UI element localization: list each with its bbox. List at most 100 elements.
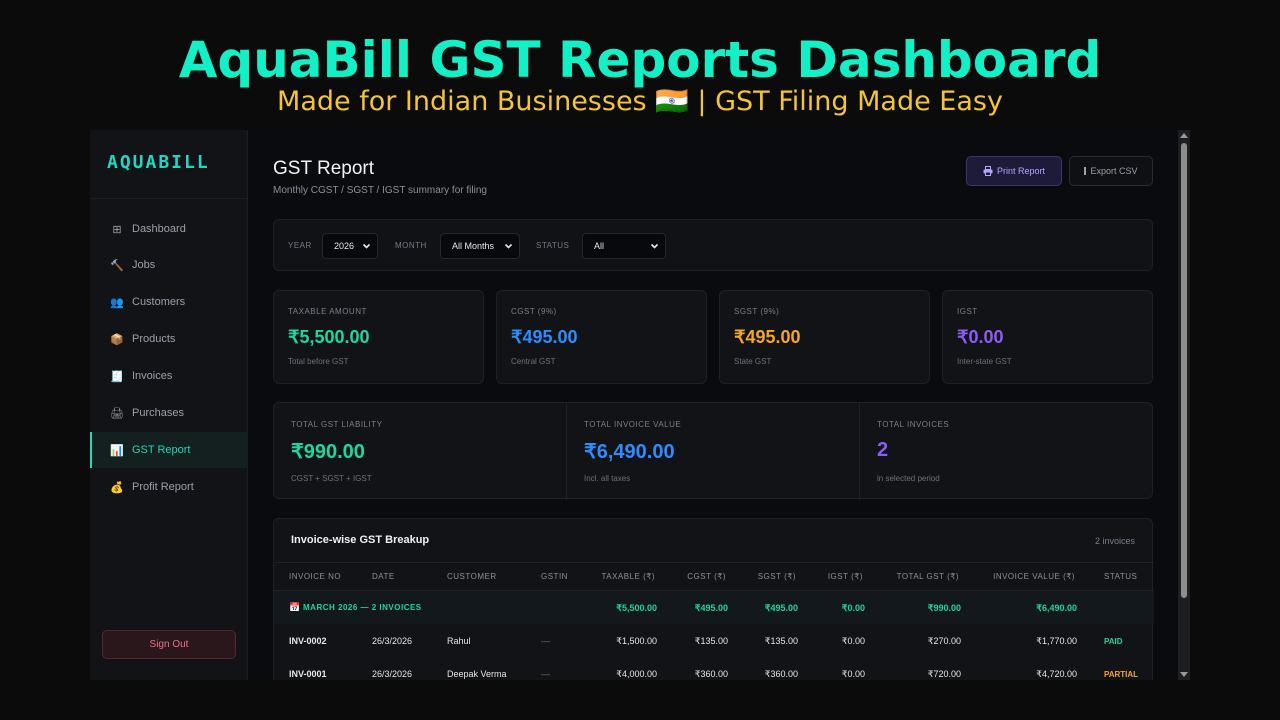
summary-label: TOTAL INVOICE VALUE	[584, 420, 682, 429]
month-group-label: MARCH 2026 — 2 INVOICES	[303, 603, 422, 612]
stat-card-sgst-9: SGST (9%) ₹495.00 State GST	[719, 290, 930, 384]
status-label: STATUS	[536, 241, 570, 250]
stat-note: State GST	[734, 357, 772, 366]
chevron-down-icon	[650, 243, 659, 249]
scrollbar[interactable]	[1178, 130, 1190, 680]
cell-gstin: —	[541, 669, 550, 679]
column-header[interactable]: CGST (₹)	[687, 572, 726, 581]
divider	[90, 198, 248, 199]
month-group-row[interactable]: 📅 MARCH 2026 — 2 INVOICES ₹5,500.00 ₹495…	[274, 591, 1154, 624]
cell-gstin: —	[541, 636, 550, 646]
stat-value: ₹0.00	[957, 327, 1004, 347]
sidebar-item-label: Invoices	[132, 370, 173, 382]
sidebar-item-customers[interactable]: 👥 Customers	[90, 284, 248, 320]
download-icon	[1084, 167, 1087, 175]
divider	[274, 562, 1154, 563]
column-header[interactable]: SGST (₹)	[758, 572, 796, 581]
sidebar-item-profit-report[interactable]: 💰 Profit Report	[90, 469, 248, 505]
divider	[566, 403, 567, 500]
status-badge: PAID	[1104, 637, 1123, 646]
export-csv-button[interactable]: Export CSV	[1069, 156, 1153, 186]
status-select[interactable]: All	[582, 233, 666, 259]
app-window: AQUABILL ⊞ Dashboard 🔨 Jobs 👥 Customers 📦 Produ…	[90, 130, 1190, 680]
stat-value: ₹495.00	[734, 327, 801, 347]
column-header[interactable]: INVOICE NO	[289, 572, 341, 581]
sign-out-button[interactable]: Sign Out	[102, 630, 236, 659]
filter-bar: YEAR 2026 MONTH All Months STATUS All	[273, 219, 1153, 271]
main-content: GST Report Monthly CGST / SGST / IGST su…	[248, 130, 1178, 680]
print-report-button[interactable]: Print Report	[966, 156, 1062, 186]
summary-value: ₹6,490.00	[584, 441, 675, 463]
year-label: YEAR	[288, 241, 312, 250]
cell-total-gst: ₹270.00	[927, 636, 961, 646]
table-row[interactable]: INV-0001 26/3/2026 Deepak Verma — ₹4,000.00 ₹…	[274, 657, 1154, 680]
cell-invoice-value: ₹1,770.00	[1036, 636, 1077, 646]
calendar-icon: 📅	[289, 602, 301, 612]
sidebar-item-label: Products	[132, 333, 176, 345]
cell-invoice-no: INV-0001	[289, 669, 327, 679]
stat-note: Total before GST	[288, 357, 349, 366]
page-title: GST Report	[273, 158, 375, 179]
cell-invoice-no: INV-0002	[289, 636, 327, 646]
bar-chart-icon: 📊	[110, 444, 124, 457]
cell-igst: ₹0.00	[841, 636, 865, 646]
scroll-up-arrow-icon[interactable]	[1180, 132, 1188, 140]
scroll-down-arrow-icon[interactable]	[1180, 670, 1188, 678]
sidebar-item-label: Purchases	[132, 407, 184, 419]
table-row[interactable]: INV-0002 26/3/2026 Rahul — ₹1,500.00 ₹135.00 ₹…	[274, 624, 1154, 657]
users-icon: 👥	[110, 296, 124, 309]
sidebar-item-label: Customers	[132, 296, 186, 308]
cell-cgst: ₹360.00	[694, 669, 728, 679]
sidebar-item-label: Profit Report	[132, 481, 194, 493]
column-header[interactable]: GSTIN	[541, 572, 568, 581]
sidebar-item-dashboard[interactable]: ⊞ Dashboard	[90, 211, 248, 247]
sidebar-item-label: Jobs	[132, 259, 156, 271]
column-header[interactable]: DATE	[372, 572, 395, 581]
summary-total-gst-liability: TOTAL GST LIABILITY ₹990.00 CGST + SGST + …	[274, 403, 566, 500]
column-header[interactable]: TOTAL GST (₹)	[897, 572, 959, 581]
scrollbar-thumb[interactable]	[1181, 143, 1187, 598]
brand-logo[interactable]: AQUABILL	[107, 152, 210, 173]
hammer-icon: 🔨	[110, 259, 124, 272]
summary-value: 2	[877, 439, 889, 461]
divider	[859, 403, 860, 500]
summary-value: ₹990.00	[291, 441, 365, 463]
month-igst: ₹0.00	[841, 603, 865, 613]
printer-icon	[983, 166, 993, 176]
cell-sgst: ₹135.00	[764, 636, 798, 646]
stat-label: TAXABLE AMOUNT	[288, 307, 367, 316]
summary-label: TOTAL INVOICES	[877, 420, 950, 429]
column-header[interactable]: IGST (₹)	[828, 572, 863, 581]
month-value: All Months	[452, 241, 495, 251]
sidebar-item-label: Dashboard	[132, 223, 186, 235]
sidebar-item-jobs[interactable]: 🔨 Jobs	[90, 247, 248, 283]
month-select[interactable]: All Months	[440, 233, 520, 259]
cell-cgst: ₹135.00	[694, 636, 728, 646]
column-header[interactable]: INVOICE VALUE (₹)	[993, 572, 1075, 581]
column-header[interactable]: TAXABLE (₹)	[601, 572, 655, 581]
hero-title: AquaBill GST Reports Dashboard	[178, 31, 1102, 89]
summary-note: CGST + SGST + IGST	[291, 474, 372, 483]
export-csv-label: Export CSV	[1090, 166, 1138, 176]
status-value: All	[594, 241, 605, 251]
page-subtitle: Monthly CGST / SGST / IGST summary for f…	[273, 185, 487, 196]
month-invoice-value: ₹6,490.00	[1036, 603, 1077, 613]
summary-panel: TOTAL GST LIABILITY ₹990.00 CGST + SGST + …	[273, 402, 1153, 500]
year-value: 2026	[334, 241, 355, 251]
stat-label: IGST	[957, 307, 978, 316]
sidebar-item-products[interactable]: 📦 Products	[90, 321, 248, 357]
month-taxable: ₹5,500.00	[616, 603, 657, 613]
summary-note: in selected period	[877, 474, 940, 483]
month-label: MONTH	[395, 241, 427, 250]
sidebar-item-invoices[interactable]: 🧾 Invoices	[90, 358, 248, 394]
column-header[interactable]: STATUS	[1104, 572, 1137, 581]
year-select[interactable]: 2026	[322, 233, 378, 259]
chevron-down-icon	[362, 243, 371, 249]
stat-value: ₹5,500.00	[288, 327, 370, 347]
sidebar-item-label: GST Report	[132, 444, 191, 456]
sidebar-item-gst-report[interactable]: 📊 GST Report	[90, 432, 248, 468]
summary-total-invoices: TOTAL INVOICES 2 in selected period	[860, 403, 1152, 500]
sidebar-item-purchases[interactable]: 🖨 Purchases	[90, 395, 248, 431]
summary-total-invoice-value: TOTAL INVOICE VALUE ₹6,490.00 Incl. all ta…	[567, 403, 859, 500]
column-header[interactable]: CUSTOMER	[447, 572, 497, 581]
